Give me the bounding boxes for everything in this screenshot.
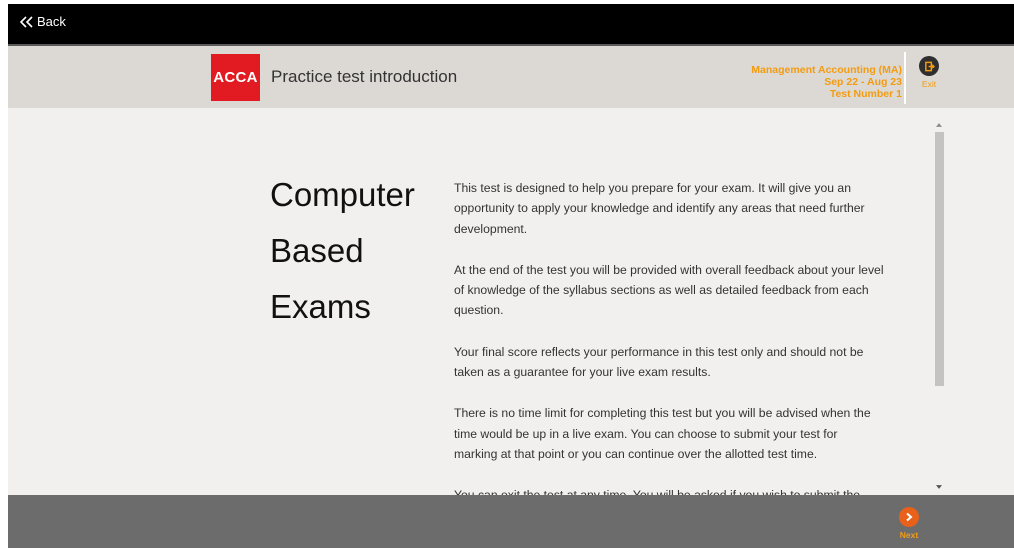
exam-name: Management Accounting (MA) — [751, 64, 902, 76]
main-content: Computer Based Exams This test is design… — [8, 108, 1014, 495]
next-button[interactable]: Next — [894, 507, 924, 540]
header-bar: ACCA Practice test introduction Manageme… — [8, 44, 1014, 108]
intro-paragraph: Your final score reflects your performan… — [454, 344, 864, 380]
exit-label: Exit — [921, 79, 937, 89]
back-button[interactable]: Back — [20, 14, 66, 29]
test-number: Test Number 1 — [829, 88, 902, 100]
exit-button[interactable]: Exit — [917, 56, 941, 89]
intro-paragraph: There is no time limit for completing th… — [454, 406, 871, 461]
scroll-up-arrow-icon[interactable] — [933, 120, 945, 130]
next-label: Next — [899, 530, 919, 540]
page-title: Practice test introduction — [271, 67, 458, 86]
chevron-right-icon — [899, 507, 919, 527]
intro-paragraph: This test is designed to help you prepar… — [454, 181, 865, 236]
scrollbar[interactable] — [933, 120, 945, 494]
back-label: Back — [37, 14, 66, 29]
exam-period: Sep 22 - Aug 23 — [824, 76, 902, 88]
heading-line: Based — [270, 232, 364, 269]
header-divider — [904, 52, 906, 104]
top-bar: Back — [8, 4, 1014, 44]
cbe-heading: Computer Based Exams — [270, 167, 445, 335]
intro-text: This test is designed to help you prepar… — [454, 178, 884, 495]
acca-logo: ACCA — [211, 54, 260, 101]
intro-paragraph: You can exit the test at any time. You w… — [454, 485, 884, 495]
exam-info: Management Accounting (MA) Sep 22 - Aug … — [751, 64, 902, 100]
heading-line: Computer — [270, 176, 415, 213]
footer-bar: Next — [8, 495, 1014, 548]
heading-line: Exams — [270, 288, 371, 325]
intro-paragraph: At the end of the test you will be provi… — [454, 262, 884, 318]
scrollbar-thumb[interactable] — [935, 132, 944, 386]
exit-door-icon — [919, 56, 939, 76]
app-frame: Back ACCA Practice test introduction Man… — [8, 4, 1014, 548]
double-chevron-left-icon — [20, 15, 33, 28]
scroll-down-arrow-icon[interactable] — [933, 482, 945, 492]
